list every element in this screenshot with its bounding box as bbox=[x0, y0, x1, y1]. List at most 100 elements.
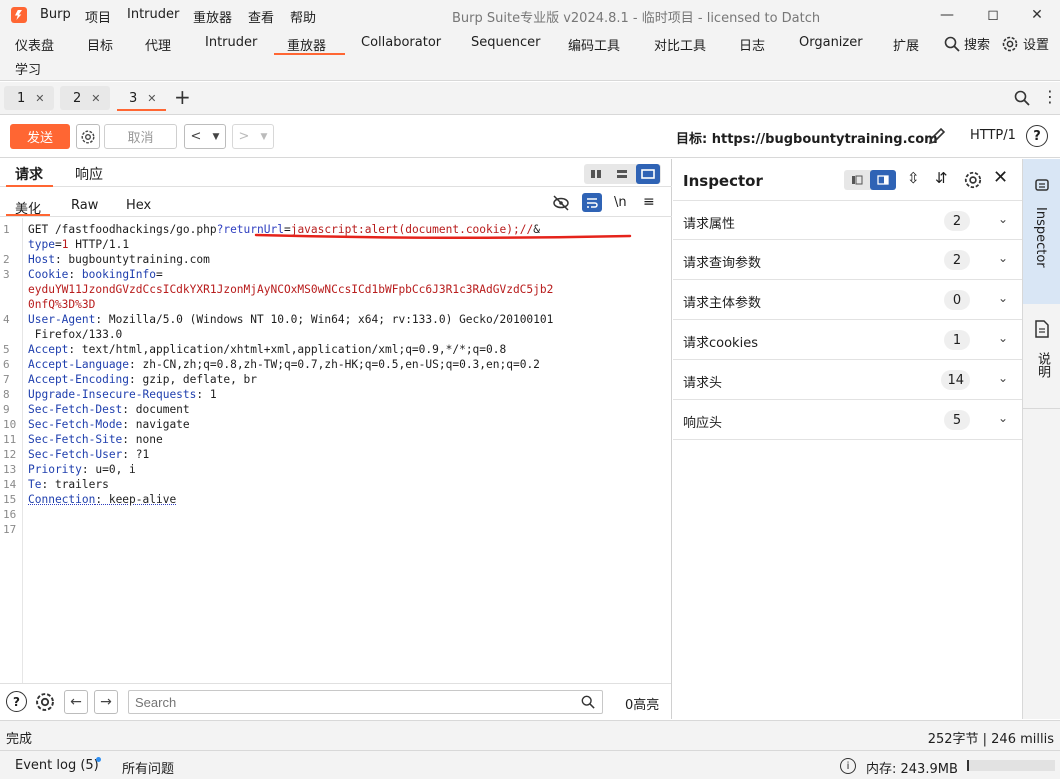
menu-burp[interactable]: Burp bbox=[40, 7, 71, 22]
cancel-button[interactable]: 取消 bbox=[104, 124, 177, 149]
tab-raw[interactable]: Raw bbox=[71, 198, 98, 213]
all-issues-link[interactable]: 所有问题 bbox=[122, 758, 174, 777]
menu-intruder[interactable]: Intruder bbox=[127, 7, 179, 22]
repeater-tab-2[interactable]: 2 ✕ bbox=[60, 86, 110, 110]
line-number: 9 bbox=[3, 403, 10, 416]
menu-hamburger-icon[interactable]: ≡ bbox=[643, 194, 655, 210]
global-search-button[interactable]: 搜索 bbox=[944, 34, 990, 53]
request-line[interactable]: 0nfQ%3D%3D bbox=[28, 298, 95, 311]
tab-repeater[interactable]: 重放器 bbox=[287, 35, 326, 54]
line-number: 4 bbox=[3, 313, 10, 326]
tab-proxy[interactable]: 代理 bbox=[145, 35, 171, 54]
tab-hex[interactable]: Hex bbox=[126, 198, 151, 213]
settings-button[interactable]: 设置 bbox=[1001, 34, 1049, 53]
repeater-tab-3[interactable]: 3 ✕ bbox=[116, 86, 166, 110]
menu-repeater[interactable]: 重放器 bbox=[193, 7, 232, 26]
close-icon[interactable]: ✕ bbox=[993, 167, 1008, 188]
search-field[interactable] bbox=[128, 690, 603, 714]
minimize-icon[interactable]: — bbox=[924, 4, 970, 26]
request-line[interactable]: Accept-Encoding: gzip, deflate, br bbox=[28, 373, 257, 386]
help-icon[interactable]: ? bbox=[1026, 125, 1048, 147]
request-line[interactable]: Cookie: bookingInfo= bbox=[28, 268, 163, 281]
tab-comparer[interactable]: 对比工具 bbox=[654, 35, 706, 54]
request-line[interactable]: Accept: text/html,application/xhtml+xml,… bbox=[28, 343, 506, 356]
request-line[interactable]: eyduYW11JzondGVzdCcsICdkYXR1JzonMjAyNCOx… bbox=[28, 283, 553, 296]
request-line[interactable]: Host: bugbountytraining.com bbox=[28, 253, 210, 266]
tab-dashboard[interactable]: 仪表盘 bbox=[15, 35, 54, 54]
request-line[interactable]: Te: trailers bbox=[28, 478, 109, 491]
menu-view[interactable]: 查看 bbox=[248, 7, 274, 26]
request-line[interactable]: Sec-Fetch-Mode: navigate bbox=[28, 418, 190, 431]
tab-intruder[interactable]: Intruder bbox=[205, 35, 257, 50]
send-button[interactable]: 发送 bbox=[10, 124, 70, 149]
request-line[interactable]: Connection: keep-alive bbox=[28, 493, 176, 506]
search-tabs-icon[interactable] bbox=[1014, 90, 1030, 106]
tab-organizer[interactable]: Organizer bbox=[799, 35, 863, 50]
http-version-label[interactable]: HTTP/1 bbox=[970, 128, 1016, 143]
request-line[interactable]: Sec-Fetch-Site: none bbox=[28, 433, 163, 446]
inspector-row-request-headers[interactable]: 请求头 14 ⌄ bbox=[673, 360, 1022, 400]
inspector-row-body-params[interactable]: 请求主体参数 0 ⌄ bbox=[673, 280, 1022, 320]
request-line[interactable]: Upgrade-Insecure-Requests: 1 bbox=[28, 388, 217, 401]
window-title: Burp Suite专业版 v2024.8.1 - 临时项目 - license… bbox=[452, 11, 821, 26]
hide-nonprintable-icon[interactable] bbox=[552, 195, 570, 211]
send-settings-button[interactable] bbox=[76, 124, 100, 149]
inspector-row-count: 0 bbox=[944, 290, 970, 310]
layout-tabs-icon[interactable] bbox=[636, 164, 660, 184]
request-line[interactable]: Priority: u=0, i bbox=[28, 463, 136, 476]
request-line[interactable]: Sec-Fetch-Dest: document bbox=[28, 403, 190, 416]
add-tab-icon[interactable]: + bbox=[174, 85, 191, 109]
inspector-row-request-attributes[interactable]: 请求属性 2 ⌄ bbox=[673, 200, 1022, 240]
line-number: 8 bbox=[3, 388, 10, 401]
forward-button[interactable]: > ▼ bbox=[232, 124, 274, 149]
request-line[interactable]: User-Agent: Mozilla/5.0 (Windows NT 10.0… bbox=[28, 313, 553, 326]
tab-response[interactable]: 响应 bbox=[75, 164, 103, 184]
back-button[interactable]: < ▼ bbox=[184, 124, 226, 149]
inspector-row-response-headers[interactable]: 响应头 5 ⌄ bbox=[673, 400, 1022, 440]
rail-tab-notes[interactable]: 说明 bbox=[1023, 304, 1060, 409]
tab-collaborator[interactable]: Collaborator bbox=[361, 35, 441, 50]
tab-learn[interactable]: 学习 bbox=[15, 59, 41, 78]
tab-extensions[interactable]: 扩展 bbox=[893, 35, 919, 54]
close-tab-icon[interactable]: ✕ bbox=[147, 92, 156, 105]
show-newlines-toggle[interactable]: \n bbox=[614, 195, 627, 210]
inspector-row-query-params[interactable]: 请求查询参数 2 ⌄ bbox=[673, 240, 1022, 280]
request-line[interactable]: Sec-Fetch-User: ?1 bbox=[28, 448, 149, 461]
menu-project[interactable]: 项目 bbox=[85, 7, 111, 26]
search-input[interactable] bbox=[129, 691, 569, 713]
tab-target[interactable]: 目标 bbox=[87, 35, 113, 54]
line-number: 1 bbox=[3, 223, 10, 236]
request-line[interactable]: Accept-Language: zh-CN,zh;q=0.8,zh-TW;q=… bbox=[28, 358, 540, 371]
request-editor[interactable]: 1 2 3 4 5 6 7 8 9 10 11 12 13 14 15 16 17 GET /fastfoodh… bbox=[0, 218, 671, 683]
layout-panel-icon[interactable] bbox=[870, 170, 896, 190]
repeater-tab-1[interactable]: 1 ✕ bbox=[4, 86, 54, 110]
tab-sequencer[interactable]: Sequencer bbox=[471, 35, 540, 50]
layout-rows-icon[interactable] bbox=[610, 164, 634, 184]
collapse-all-icon[interactable]: ⇵ bbox=[935, 169, 948, 187]
request-line[interactable]: Firefox/133.0 bbox=[28, 328, 123, 341]
previous-match-icon[interactable]: ← bbox=[64, 690, 88, 714]
gear-icon[interactable] bbox=[34, 691, 56, 713]
layout-list-icon[interactable] bbox=[844, 170, 870, 190]
more-vertical-icon[interactable]: ⋮ bbox=[1042, 87, 1058, 106]
request-line[interactable]: type=1 HTTP/1.1 bbox=[28, 238, 129, 251]
tab-decoder[interactable]: 编码工具 bbox=[568, 35, 620, 54]
close-window-icon[interactable]: ✕ bbox=[1014, 4, 1060, 26]
menu-help[interactable]: 帮助 bbox=[290, 7, 316, 26]
tab-request[interactable]: 请求 bbox=[15, 164, 43, 184]
event-log-link[interactable]: Event log (5) bbox=[15, 758, 99, 773]
edit-target-icon[interactable] bbox=[927, 126, 947, 146]
layout-columns-icon[interactable] bbox=[584, 164, 608, 184]
event-bar: Event log (5) 所有问题 i 内存: 243.9MB bbox=[0, 750, 1060, 779]
expand-all-icon[interactable]: ⇳ bbox=[907, 169, 920, 187]
close-tab-icon[interactable]: ✕ bbox=[35, 92, 44, 105]
help-icon[interactable]: ? bbox=[6, 691, 27, 712]
next-match-icon[interactable]: → bbox=[94, 690, 118, 714]
maximize-icon[interactable]: ◻ bbox=[970, 4, 1016, 26]
rail-tab-inspector[interactable]: Inspector bbox=[1023, 159, 1060, 304]
wrap-lines-icon[interactable] bbox=[582, 193, 602, 212]
tab-logger[interactable]: 日志 bbox=[739, 35, 765, 54]
gear-icon[interactable] bbox=[963, 170, 983, 190]
inspector-row-cookies[interactable]: 请求cookies 1 ⌄ bbox=[673, 320, 1022, 360]
close-tab-icon[interactable]: ✕ bbox=[91, 92, 100, 105]
